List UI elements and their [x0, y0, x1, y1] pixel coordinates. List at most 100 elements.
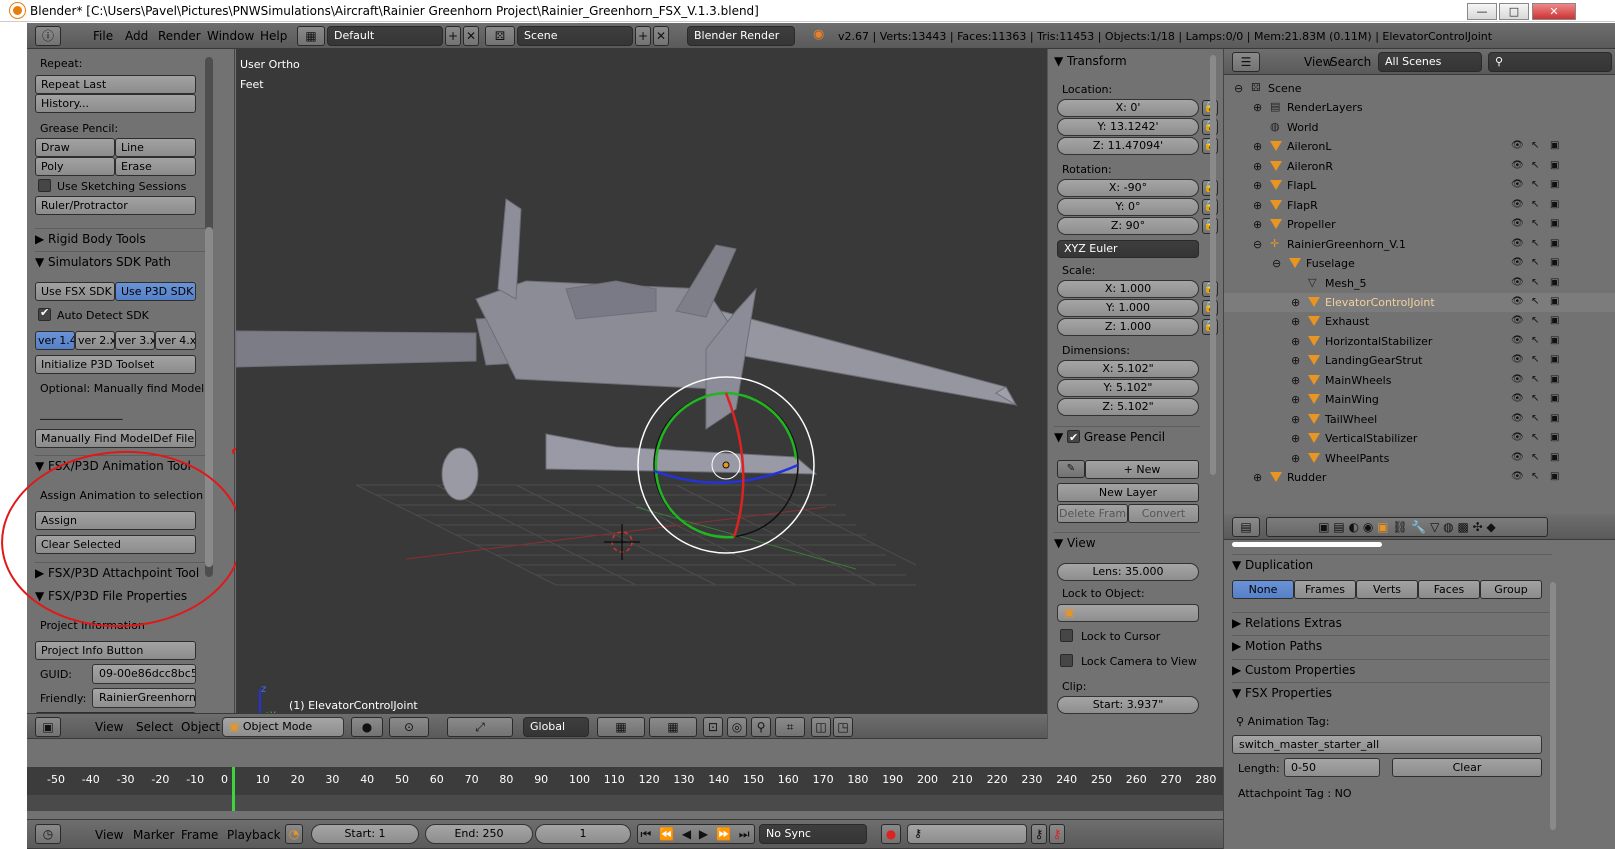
outliner-row[interactable]: ⊕ Propeller 👁 ↖ ▣	[1224, 215, 1615, 234]
shading-icon[interactable]: ●	[351, 717, 383, 737]
clip-start-field[interactable]: Start: 3.937"	[1057, 696, 1199, 714]
eye-icon[interactable]: 👁	[1511, 257, 1524, 268]
cursor-icon[interactable]: ↖	[1531, 160, 1539, 171]
render-toggle-icon[interactable]: ▣	[1550, 335, 1559, 346]
poly-button[interactable]: Poly	[35, 157, 115, 176]
location-z-field[interactable]: Z: 11.47094'	[1057, 137, 1199, 155]
sdk-path-panel-header[interactable]: ▼ Simulators SDK Path	[35, 251, 207, 273]
expand-toggle-icon[interactable]: ⊕	[1253, 140, 1262, 153]
cursor-icon[interactable]: ↖	[1531, 315, 1539, 326]
custom-properties-panel-header[interactable]: ▶ Custom Properties	[1232, 659, 1552, 681]
history-button[interactable]: History...	[35, 94, 196, 113]
menu-view3d-select[interactable]: Select	[136, 720, 173, 734]
lens-field[interactable]: Lens: 35.000	[1057, 563, 1199, 581]
close-button[interactable]: ✕	[1532, 3, 1576, 20]
outliner-filter-select[interactable]: All Scenes	[1378, 52, 1482, 72]
layers-2-icon[interactable]: ▦	[649, 717, 697, 737]
outliner-row[interactable]: ⊕ HorizontalStabilizer 👁 ↖ ▣	[1224, 332, 1615, 351]
cursor-icon[interactable]: ↖	[1531, 393, 1539, 404]
mode-select[interactable]: ▣ Object Mode	[222, 717, 344, 737]
cursor-icon[interactable]: ↖	[1531, 199, 1539, 210]
eye-icon[interactable]: 👁	[1511, 140, 1524, 151]
expand-toggle-icon[interactable]: ⊖	[1272, 257, 1281, 270]
motion-paths-panel-header[interactable]: ▶ Motion Paths	[1232, 635, 1552, 657]
eye-icon[interactable]: 👁	[1511, 179, 1524, 190]
layout-field[interactable]: Default	[327, 26, 443, 46]
render-toggle-icon[interactable]: ▣	[1550, 413, 1559, 424]
new-layer-button[interactable]: New Layer	[1057, 483, 1199, 502]
cursor-icon[interactable]: ↖	[1531, 140, 1539, 151]
menu-outliner-search[interactable]: Search	[1330, 55, 1371, 69]
render-toggle-icon[interactable]: ▣	[1550, 277, 1559, 288]
menu-render[interactable]: Render	[158, 29, 201, 43]
delete-frame-button[interactable]: Delete Frame	[1057, 504, 1128, 523]
rotation-x-field[interactable]: X: -90°	[1057, 179, 1199, 197]
expand-toggle-icon[interactable]: ⊕	[1291, 335, 1300, 348]
eye-icon[interactable]: 👁	[1511, 315, 1524, 326]
outliner-row[interactable]: ⊕ VerticalStabilizer 👁 ↖ ▣	[1224, 429, 1615, 448]
rotation-mode-select[interactable]: XYZ Euler	[1057, 240, 1199, 258]
cursor-icon[interactable]: ↖	[1531, 296, 1539, 307]
render-toggle-icon[interactable]: ▣	[1550, 140, 1559, 151]
start-frame-field[interactable]: Start: 1	[311, 824, 419, 844]
outliner-row[interactable]: ⊕ WheelPants 👁 ↖ ▣	[1224, 449, 1615, 468]
cursor-icon[interactable]: ↖	[1531, 452, 1539, 463]
ruler-button[interactable]: Ruler/Protractor	[35, 196, 196, 215]
view-panel-header[interactable]: ▼ View	[1054, 532, 1200, 554]
eye-icon[interactable]: 👁	[1511, 296, 1524, 307]
render-toggle-icon[interactable]: ▣	[1550, 179, 1559, 190]
length-input[interactable]: 0-50	[1284, 758, 1380, 777]
friendly-name-field[interactable]: RainierGreenhorn	[92, 688, 196, 708]
pivot-icon[interactable]: ⊙	[389, 717, 429, 737]
scale-x-field[interactable]: X: 1.000	[1057, 280, 1199, 298]
line-button[interactable]: Line	[115, 138, 196, 157]
menu-file[interactable]: File	[93, 29, 113, 43]
eye-icon[interactable]: 👁	[1511, 277, 1524, 288]
outliner-row[interactable]: ⊕ ElevatorControlJoint 👁 ↖ ▣	[1224, 292, 1615, 312]
menu-timeline-view[interactable]: View	[95, 828, 123, 842]
render-toggle-icon[interactable]: ▣	[1550, 257, 1559, 268]
auto-detect-checkbox[interactable]	[38, 306, 51, 321]
manually-find-button[interactable]: Manually Find ModelDef File	[35, 429, 196, 448]
ver-4-x-button[interactable]: ver 4.x	[155, 331, 196, 350]
menu-timeline-frame[interactable]: Frame	[181, 828, 218, 842]
transform-panel-header[interactable]: ▼ Transform	[1054, 51, 1200, 73]
cursor-icon[interactable]: ↖	[1531, 179, 1539, 190]
expand-toggle-icon[interactable]: ⊕	[1253, 199, 1262, 212]
render-toggle-icon[interactable]: ▣	[1550, 354, 1559, 365]
render-icon[interactable]: ◫	[811, 717, 831, 737]
sidebar-scrollbar[interactable]	[1210, 55, 1216, 475]
dimensions-z-field[interactable]: Z: 5.102"	[1057, 398, 1199, 416]
expand-toggle-icon[interactable]: ⊕	[1291, 452, 1300, 465]
timeline-ruler[interactable]: -50 -40 -30 -20 -10 0 10 20 30 40 50 60 70 80 90 100 110…	[27, 767, 1223, 811]
maximize-button[interactable]: □	[1499, 3, 1529, 20]
playback-controls[interactable]: ⏮ ⏪ ◀ ▶ ⏩ ⏭	[637, 824, 755, 844]
outliner-row[interactable]: ⊕ FlapL 👁 ↖ ▣	[1224, 176, 1615, 195]
eye-icon[interactable]: 👁	[1511, 199, 1524, 210]
rotation-z-field[interactable]: Z: 90°	[1057, 217, 1199, 235]
use-fsx-sdk-button[interactable]: Use FSX SDK	[35, 282, 115, 301]
ver-2-x-button[interactable]: ver 2.x	[75, 331, 115, 350]
orientation-select[interactable]: Global	[523, 717, 589, 737]
draw-button[interactable]: Draw	[35, 138, 115, 157]
cursor-icon[interactable]: ↖	[1531, 374, 1539, 385]
initialize-p3d-button[interactable]: Initialize P3D Toolset	[35, 355, 196, 374]
outliner-row[interactable]: ⊖ Fuselage 👁 ↖ ▣	[1224, 254, 1615, 273]
menu-timeline-playback[interactable]: Playback	[227, 828, 281, 842]
outliner-editor-icon[interactable]: ☰	[1232, 52, 1260, 72]
preview-range-icon[interactable]: ◔	[285, 824, 303, 844]
eye-icon[interactable]: 👁	[1511, 452, 1524, 463]
cursor-icon[interactable]: ↖	[1531, 471, 1539, 482]
eye-icon[interactable]: 👁	[1511, 393, 1524, 404]
sync-mode-select[interactable]: No Sync	[759, 824, 867, 844]
ver-3-x-button[interactable]: ver 3.x	[115, 331, 155, 350]
outliner-row[interactable]: ⊕ FlapR 👁 ↖ ▣	[1224, 196, 1615, 215]
current-frame-indicator[interactable]	[232, 767, 235, 811]
eye-icon[interactable]: 👁	[1511, 432, 1524, 443]
rotation-y-field[interactable]: Y: 0°	[1057, 198, 1199, 216]
cursor-icon[interactable]: ↖	[1531, 432, 1539, 443]
layout-icon[interactable]: ▦	[297, 26, 325, 46]
render-engine-select[interactable]: Blender Render	[687, 26, 795, 46]
convert-button[interactable]: Convert	[1128, 504, 1199, 523]
eye-icon[interactable]: 👁	[1511, 218, 1524, 229]
